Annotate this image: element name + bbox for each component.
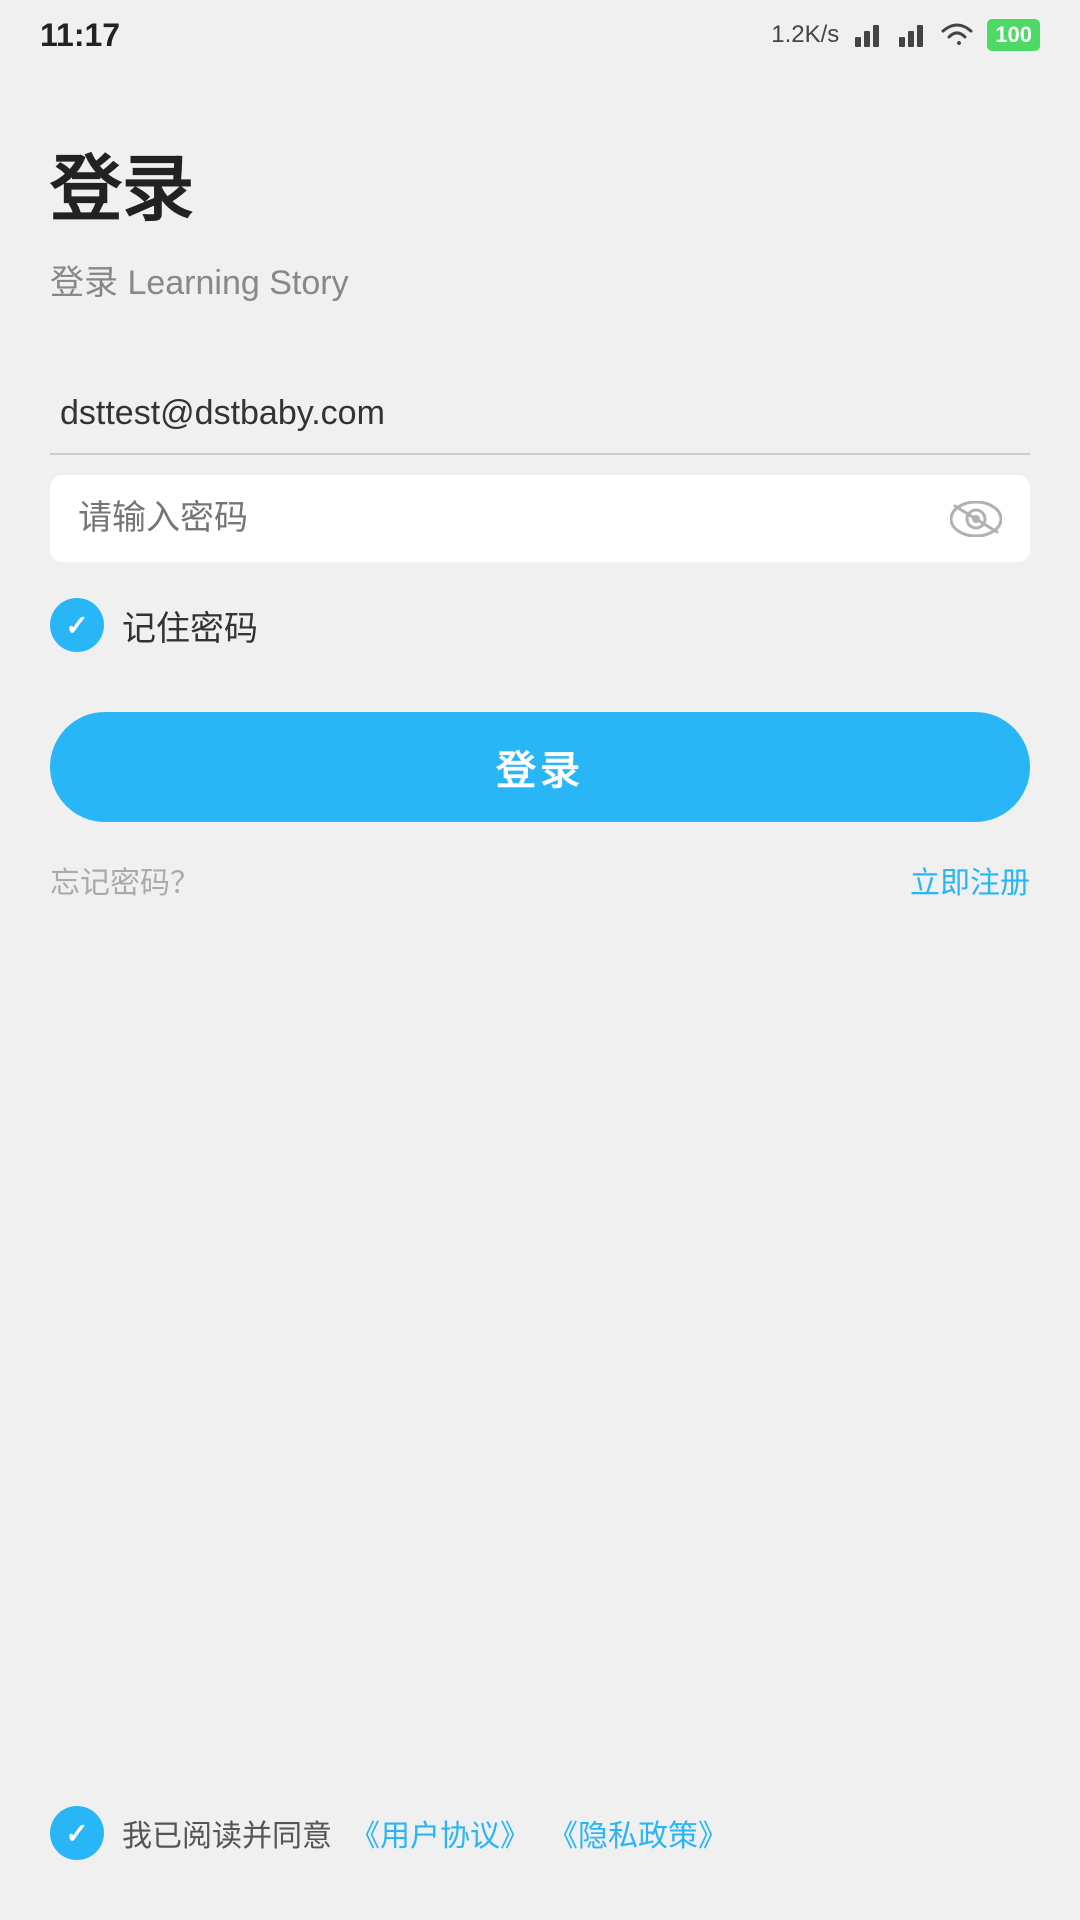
toggle-password-button[interactable] [950,501,1002,537]
status-right: 1.2K/s 100 [771,19,1040,51]
checkmark-icon: ✓ [65,609,88,642]
login-content: 登录 登录 Learning Story dsttest@dstbaby.com… [0,70,1080,902]
remember-label: 记住密码 [122,601,258,650]
remember-checkbox[interactable]: ✓ [50,598,104,652]
agreement-checkbox[interactable]: ✓ [50,1806,104,1860]
battery-indicator: 100 [987,19,1040,51]
eye-icon [950,501,1002,537]
agreement-text: 我已阅读并同意 [122,1811,332,1855]
password-input[interactable] [78,499,950,538]
email-field-container: dsttest@dstbaby.com [50,374,1030,455]
page-title: 登录 [50,130,1030,235]
login-button[interactable]: 登录 [50,712,1030,822]
email-value: dsttest@dstbaby.com [60,394,385,432]
status-bar: 11:17 1.2K/s 100 [0,0,1080,70]
bottom-agreement-bar: ✓ 我已阅读并同意 《用户协议》 《隐私政策》 [50,1806,1030,1860]
wifi-icon [939,21,975,49]
page-subtitle: 登录 Learning Story [50,255,1030,304]
password-field-container[interactable] [50,475,1030,562]
remember-row: ✓ 记住密码 [50,598,1030,652]
status-time: 11:17 [40,17,120,54]
sim2-icon [895,19,927,51]
forgot-password-link[interactable]: 忘记密码？ [50,858,200,902]
login-form: dsttest@dstbaby.com ✓ 记住密码 登录 [50,374,1030,902]
agreement-checkmark-icon: ✓ [65,1817,88,1850]
sim-icon [851,19,883,51]
register-link[interactable]: 立即注册 [910,858,1030,902]
links-row: 忘记密码？ 立即注册 [50,858,1030,902]
speed-indicator: 1.2K/s [771,21,839,49]
privacy-policy-link[interactable]: 《隐私政策》 [548,1811,728,1855]
user-agreement-link[interactable]: 《用户协议》 [350,1811,530,1855]
